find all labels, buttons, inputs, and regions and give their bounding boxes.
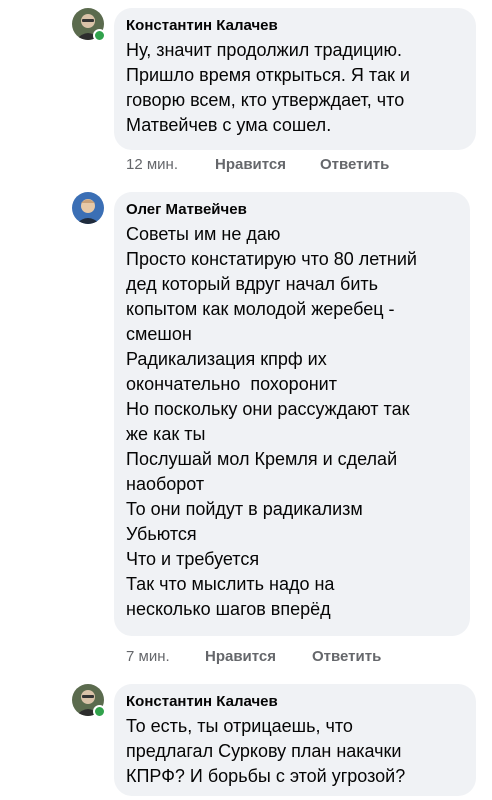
comment-text-line: Просто констатирую что 80 летний <box>126 249 417 269</box>
comment-text-line: То они пойдут в радикализм <box>126 499 363 519</box>
comment-timestamp[interactable]: 7 мин. <box>126 648 170 665</box>
comment-text-line: Что и требуется <box>126 549 260 569</box>
comment-text-line: же как ты <box>126 424 206 444</box>
comment-text-line: Так что мыслить надо на <box>126 574 335 594</box>
online-status-icon <box>93 705 106 718</box>
comment-text-line: Советы им не даю <box>126 224 281 244</box>
comment-text-line: окончательно похоронит <box>126 374 337 394</box>
online-status-icon <box>93 29 106 42</box>
reply-button[interactable]: Ответить <box>320 156 389 173</box>
comment-text-line: смешон <box>126 324 192 344</box>
comment-author[interactable]: Константин Калачев <box>126 17 464 35</box>
comment-text-line: наоборот <box>126 474 205 494</box>
comment-text-line: дед который вдруг начал бить <box>126 274 379 294</box>
comment-bubble: Олег Матвейчев Советы им не даю Просто к… <box>114 192 470 636</box>
comment-text-line: говорю всем, кто утверждает, что <box>126 90 405 110</box>
reply-button[interactable]: Ответить <box>312 648 381 665</box>
comment-bubble: Константин Калачев Ну, значит продолжил … <box>114 8 476 150</box>
comment-author[interactable]: Олег Матвейчев <box>126 201 458 219</box>
comment-text-line: То есть, ты отрицаешь, что <box>126 716 353 736</box>
comment-text-line: Пришло время открыться. Я так и <box>126 65 410 85</box>
comment-text-line: несколько шагов вперёд <box>126 599 331 619</box>
like-button[interactable]: Нравится <box>205 648 276 665</box>
comment-text-line: Но поскольку они рассуждают так <box>126 399 410 419</box>
comment-text-line: Радикализация кпрф их <box>126 349 327 369</box>
comment-text-line: КПРФ? И борьбы с этой угрозой? <box>126 766 406 786</box>
comment-author[interactable]: Константин Калачев <box>126 693 464 711</box>
like-button[interactable]: Нравится <box>215 156 286 173</box>
comment-text-line: Матвейчев с ума сошел. <box>126 115 332 135</box>
comment-text-line: Убьются <box>126 524 197 544</box>
comment-text-line: Послушай мол Кремля и сделай <box>126 449 398 469</box>
comment-text-line: копытом как молодой жеребец - <box>126 299 395 319</box>
comment-text-line: Ну, значит продолжил традицию. <box>126 40 402 60</box>
comment-timestamp[interactable]: 12 мин. <box>126 156 178 173</box>
comment-text-line: предлагал Суркову план накачки <box>126 741 402 761</box>
comment-bubble: Константин Калачев То есть, ты отрицаешь… <box>114 684 476 796</box>
avatar[interactable] <box>72 192 104 224</box>
